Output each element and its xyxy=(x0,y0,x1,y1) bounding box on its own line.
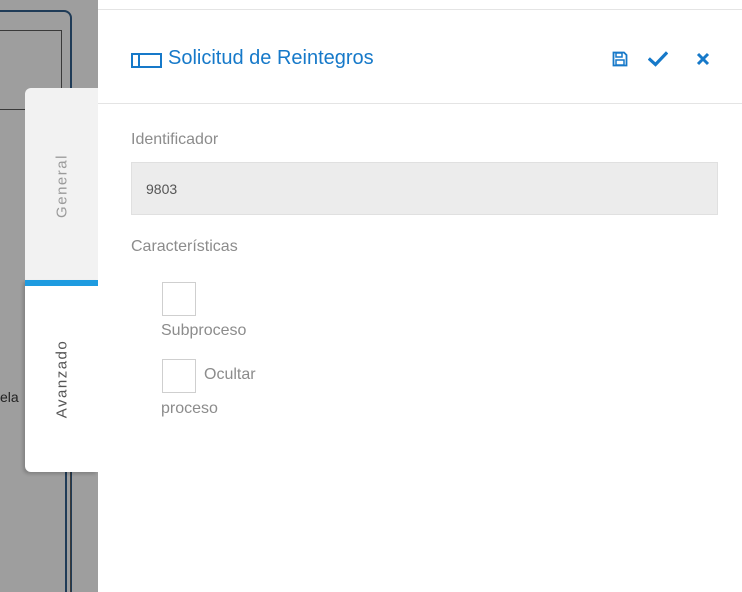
caracteristicas-label: Características xyxy=(131,238,238,255)
tab-avanzado-label: Avanzado xyxy=(53,339,70,419)
checkmark-icon xyxy=(648,51,668,67)
subproceso-label: Subproceso xyxy=(161,322,247,339)
tab-general-label: General xyxy=(53,154,70,218)
panel-header: Solicitud de Reintegros xyxy=(98,10,742,104)
panel-icon xyxy=(131,53,162,68)
x-icon xyxy=(696,52,710,66)
floppy-disk-icon xyxy=(612,51,628,67)
ocultar-proceso-checkbox[interactable] xyxy=(162,359,196,393)
tab-avanzado[interactable]: Avanzado xyxy=(25,280,98,472)
panel-title: Solicitud de Reintegros xyxy=(168,47,374,69)
properties-window: ela General Avanzado Solicitud de Reinte… xyxy=(0,0,742,592)
properties-panel: Solicitud de Reintegros Identificador 98… xyxy=(98,0,742,592)
close-button[interactable] xyxy=(692,48,714,70)
identificador-label: Identificador xyxy=(131,131,219,148)
accept-button[interactable] xyxy=(647,48,669,70)
save-button[interactable] xyxy=(609,48,631,70)
identificador-field[interactable] xyxy=(131,162,718,215)
canvas-partial-text: ela xyxy=(0,389,19,405)
canvas-connector-line xyxy=(65,470,67,592)
ocultar-proceso-label-line1: Ocultar xyxy=(204,366,256,383)
tab-general[interactable]: General xyxy=(25,88,98,284)
ocultar-proceso-label-line2: proceso xyxy=(161,400,218,417)
subproceso-checkbox[interactable] xyxy=(162,282,196,316)
